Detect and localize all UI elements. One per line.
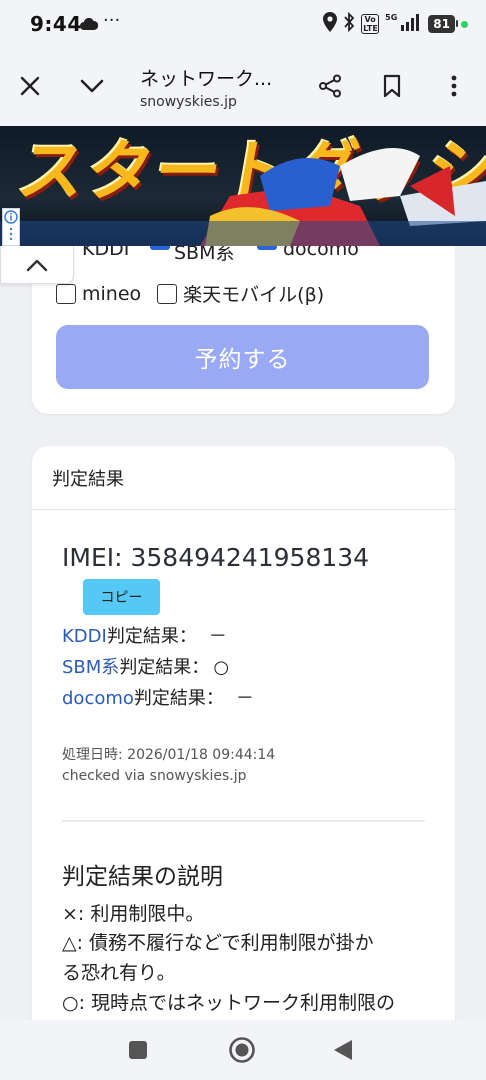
more-notifications-icon: ···	[103, 10, 121, 31]
kddi-link[interactable]: KDDI	[62, 626, 107, 647]
back-button[interactable]	[332, 1038, 354, 1066]
more-vert-icon	[451, 75, 457, 97]
sbm-link[interactable]: SBM系	[62, 657, 119, 678]
bookmark-icon	[383, 74, 401, 98]
minimize-button[interactable]	[74, 68, 110, 104]
rakuten-label: 楽天モバイル(β)	[183, 284, 325, 306]
docomo-link[interactable]: docomo	[62, 688, 134, 709]
chevron-down-icon	[80, 79, 104, 93]
ad-artwork	[0, 148, 486, 246]
ad-collapse-button[interactable]	[0, 246, 74, 284]
explanation-line: る恐れ有り。	[62, 962, 176, 984]
status-bar: 9:44 ··· Vo LTE 5G 81	[0, 0, 486, 48]
ad-banner[interactable]: スタートダッシュの	[0, 126, 486, 246]
result-label: 判定結果：	[133, 688, 224, 709]
page-domain: snowyskies.jp	[140, 94, 237, 110]
result-line-docomo: docomo判定結果： －	[62, 684, 254, 710]
share-icon	[319, 74, 341, 98]
processed-timestamp: 処理日時: 2026/01/18 09:44:14	[62, 747, 276, 763]
bookmark-button[interactable]	[374, 68, 410, 104]
recents-button[interactable]	[128, 1040, 148, 1064]
status-time: 9:44	[30, 12, 82, 36]
home-button[interactable]	[228, 1036, 256, 1068]
cloud-icon	[80, 15, 99, 34]
checked-via-text: checked via snowyskies.jp	[62, 768, 247, 784]
privacy-indicator-dot	[461, 20, 468, 28]
explanation-line: ○: 現時点ではネットワーク利用制限の	[62, 992, 396, 1014]
result-value: －	[235, 688, 254, 709]
network-type-label: 5G	[385, 12, 398, 22]
carrier-options-row: mineo 楽天モバイル(β)	[56, 280, 324, 307]
result-line-kddi: KDDI判定結果： －	[62, 622, 227, 648]
divider	[62, 820, 425, 822]
ad-info-button[interactable]	[2, 208, 20, 246]
home-icon	[229, 1037, 255, 1063]
recents-icon	[129, 1041, 147, 1059]
volte-icon: Vo LTE	[361, 14, 380, 34]
system-nav-bar	[0, 1020, 486, 1080]
chevron-up-icon	[26, 259, 48, 271]
browser-header: ネットワーク... snowyskies.jp	[0, 48, 486, 126]
result-label: 判定結果：	[106, 626, 197, 647]
explanation-line: ×: 利用制限中。	[62, 903, 205, 925]
close-button[interactable]	[12, 68, 48, 104]
imei-value: IMEI: 358494241958134	[62, 543, 370, 572]
rakuten-checkbox[interactable]	[157, 283, 178, 304]
result-section-title: 判定結果	[52, 468, 124, 490]
more-options-button[interactable]	[436, 68, 472, 104]
close-icon	[20, 76, 40, 96]
result-label: 判定結果：	[119, 657, 210, 678]
back-icon	[334, 1040, 352, 1060]
result-value: －	[208, 626, 227, 647]
mineo-checkbox[interactable]	[56, 283, 76, 304]
location-icon	[323, 12, 338, 36]
battery-icon: 81	[428, 15, 458, 33]
result-line-sbm: SBM系判定結果： ○	[62, 653, 229, 679]
explanation-title: 判定結果の説明	[62, 864, 223, 890]
copy-button[interactable]: コピー	[83, 579, 160, 615]
share-button[interactable]	[312, 68, 348, 104]
explanation-line: △: 債務不履行などで利用制限が掛か	[62, 932, 374, 954]
result-value: ○	[213, 657, 230, 678]
signal-icon	[400, 13, 422, 35]
reserve-button[interactable]: 予約する	[56, 325, 429, 389]
mineo-label: mineo	[82, 282, 142, 305]
info-icon	[4, 210, 18, 241]
result-card-header: 判定結果	[32, 446, 455, 510]
page-title: ネットワーク...	[140, 68, 273, 90]
bluetooth-icon	[343, 11, 355, 36]
